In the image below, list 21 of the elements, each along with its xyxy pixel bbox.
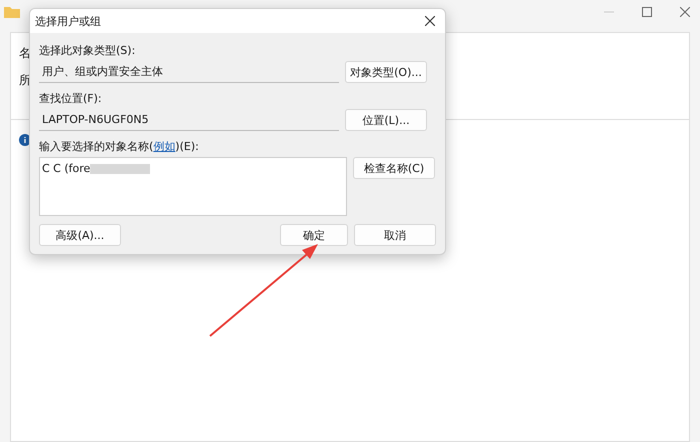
- dialog-button[interactable]: 对象类型(O)...: [345, 61, 427, 83]
- field-label: 名: [19, 45, 31, 62]
- field-label: 所: [19, 72, 31, 89]
- field-label: 查找位置(F):: [39, 91, 103, 106]
- ok-button[interactable]: 确定: [280, 224, 348, 246]
- check-names-button[interactable]: 检查名称(C): [353, 157, 435, 179]
- field-label: 选择此对象类型(S):: [39, 43, 136, 58]
- names-input-field[interactable]: C C (fore: [39, 157, 347, 216]
- dialog-button[interactable]: 位置(L)...: [345, 109, 427, 131]
- redacted-block: [90, 164, 150, 174]
- cancel-button[interactable]: 取消: [354, 224, 436, 246]
- advanced-button[interactable]: 高级(A)...: [39, 224, 121, 246]
- field-label: 输入要选择的对象名称(例如)(E):: [39, 139, 200, 154]
- input-text: C C (fore: [42, 162, 90, 175]
- folder-icon: [4, 6, 20, 18]
- example-link[interactable]: 例如: [153, 140, 176, 153]
- value-field: LAPTOP-N6UGF0N5: [39, 109, 339, 131]
- value-field: 用户、组或内置安全主体: [39, 61, 339, 83]
- dialog-title: 选择用户或组: [35, 14, 101, 28]
- maximize-icon[interactable]: [642, 7, 652, 17]
- close-icon[interactable]: [425, 16, 435, 26]
